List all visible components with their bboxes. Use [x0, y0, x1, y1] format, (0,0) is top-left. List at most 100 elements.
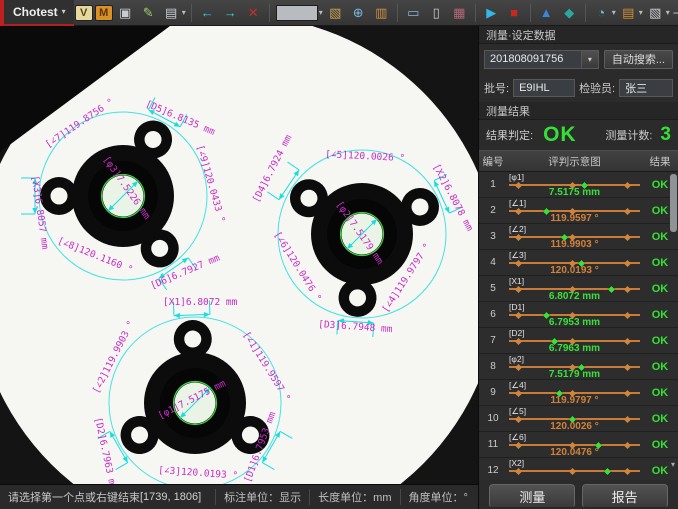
table-row[interactable]: 2[∠1]119.9597 °OK [479, 198, 678, 224]
tolerance-diagram: [∠1]119.9597 ° [507, 198, 642, 223]
capture-blue-icon[interactable]: ▲ [536, 2, 557, 24]
dimension-label: [X1]6.8072 mm [163, 297, 238, 308]
v-file-icon[interactable]: V [75, 5, 93, 21]
measure-button[interactable]: 测量 [489, 484, 575, 508]
m-folder-icon[interactable]: M [95, 5, 113, 21]
print-icon[interactable]: ▤ [161, 2, 182, 24]
edit-icon[interactable]: ✎ [138, 2, 159, 24]
main-area: [D5]6.8135 mm[∠7]119.8756 °[∠9]120.0433 … [0, 26, 678, 509]
capture-teal-icon[interactable]: ◆ [559, 2, 580, 24]
row-number: 8 [479, 354, 507, 379]
header-diagram: 评判示意图 [507, 154, 642, 169]
delete-icon[interactable]: ✕ [243, 2, 264, 24]
film-icon[interactable]: ▦ [449, 2, 470, 24]
row-number: 2 [479, 198, 507, 223]
tolerance-line [509, 184, 640, 186]
feature-label: [φ2] [509, 354, 524, 364]
camera-viewport: [D5]6.8135 mm[∠7]119.8756 °[∠9]120.0433 … [0, 26, 478, 509]
chevron-down-icon[interactable]: ▾ [319, 8, 323, 17]
results-table: 编号 评判示意图 结果 1[φ1]7.5175 mmOK2[∠1]119.959… [479, 150, 678, 509]
scrollbar-thumb[interactable] [670, 174, 677, 232]
table-row[interactable]: 11[∠6]120.0476 °OK [479, 432, 678, 458]
table-row[interactable]: 5[X1]6.8072 mmOK [479, 276, 678, 302]
lamp-icon[interactable]: ▭ [403, 2, 424, 24]
chevron-down-icon[interactable]: ▾ [581, 51, 598, 68]
table-row[interactable]: 8[φ2] 7.5179 mmOK [479, 354, 678, 380]
measured-value: 120.0026 ° [507, 421, 642, 432]
result-badge: OK [642, 328, 678, 353]
measured-value: 119.9797 ° [507, 395, 642, 406]
tolerance-diagram: [φ1]7.5175 mm [507, 172, 642, 197]
chevron-down-icon[interactable]: ▾ [182, 8, 186, 17]
magnification-combobox[interactable] [276, 5, 318, 21]
redo-arrow-icon[interactable]: → [220, 2, 241, 24]
table-row[interactable]: 10[∠5]120.0026 °OK [479, 406, 678, 432]
chevron-down-icon[interactable]: ▾ [666, 8, 670, 17]
table-body: 1[φ1]7.5175 mmOK2[∠1]119.9597 °OK3[∠2]11… [479, 172, 678, 480]
measured-value: 119.9903 ° [507, 239, 642, 250]
length-unit: 长度单位：mm [309, 489, 399, 505]
tolerance-line [509, 366, 640, 368]
tolerance-line [509, 444, 640, 446]
tolerance-line [509, 418, 640, 420]
row-number: 4 [479, 250, 507, 275]
inspector-field[interactable]: 张三 [619, 79, 673, 97]
timer-icon[interactable]: ◔ [591, 2, 612, 24]
table-row[interactable]: 1[φ1]7.5175 mmOK [479, 172, 678, 198]
layers-icon[interactable]: ▤ [618, 2, 639, 24]
result-badge: OK [642, 354, 678, 379]
lobe-hole [51, 188, 68, 205]
row-number: 10 [479, 406, 507, 431]
tolerance-diagram: [D1]6.7953 mm [507, 302, 642, 327]
chevron-down-icon[interactable]: ▾ [639, 8, 643, 17]
dataset-row: 201808091756 ▾ 自动搜索... [479, 44, 678, 74]
record-icon[interactable]: ■ [504, 2, 525, 24]
chevron-down-icon[interactable]: ▾ [612, 8, 616, 17]
search-icon[interactable]: ⊕ [348, 2, 369, 24]
camera-view[interactable]: [D5]6.8135 mm[∠7]119.8756 °[∠9]120.0433 … [0, 26, 478, 484]
table-row[interactable]: 6[D1]6.7953 mmOK [479, 302, 678, 328]
row-number: 7 [479, 328, 507, 353]
app-menu-button[interactable]: Chotest ▾ [0, 0, 74, 26]
toolbar-icons: VM▣✎▤▾←→✕▾▧⊕▥▭▯▦▶■▲◆◔▾▤▾▧▾ [74, 2, 671, 24]
row-number: 9 [479, 380, 507, 405]
result-badge: OK [642, 380, 678, 405]
tolerance-tick [515, 467, 522, 474]
tolerance-line [509, 210, 640, 212]
scrollbar-down-arrow[interactable]: ▾ [669, 460, 677, 469]
table-row[interactable]: 7[D2]6.7963 mmOK [479, 328, 678, 354]
inspector-label: 检验员: [579, 80, 615, 96]
screen-icon[interactable]: ▧ [645, 2, 666, 24]
toolbar-separator [191, 4, 192, 22]
play-icon[interactable]: ▶ [481, 2, 502, 24]
feature-label: [D2] [509, 328, 525, 338]
header-result: 结果 [642, 154, 678, 169]
minimize-button[interactable]: − [673, 4, 678, 22]
measured-value: 119.9597 ° [507, 213, 642, 224]
tolerance-line [509, 236, 640, 238]
table-row[interactable]: 12[X2]OK [479, 458, 678, 480]
report-button[interactable]: 报告 [582, 484, 668, 508]
dataset-combobox[interactable]: 201808091756 ▾ [484, 50, 599, 69]
marquee-icon[interactable]: ▯ [426, 2, 447, 24]
save-icon[interactable]: ▣ [115, 2, 136, 24]
table-row[interactable]: 3[∠2]119.9903 °OK [479, 224, 678, 250]
batch-field[interactable]: E9IHL [513, 79, 575, 97]
batch-label: 批号: [484, 80, 509, 96]
table-row[interactable]: 4[∠3]120.0193 °OK [479, 250, 678, 276]
app-menu-label: Chotest [13, 5, 58, 19]
result-badge: OK [642, 302, 678, 327]
tolerance-diagram: [X2] [507, 458, 642, 480]
image-icon[interactable]: ▧ [325, 2, 346, 24]
measured-value: 7.5179 mm [507, 369, 642, 380]
auto-search-button[interactable]: 自动搜索... [604, 50, 673, 69]
toolbar-separator [585, 4, 586, 22]
histogram-icon[interactable]: ▥ [371, 2, 392, 24]
measured-value: 120.0476 ° [507, 447, 642, 458]
tolerance-line [509, 392, 640, 394]
table-row[interactable]: 9[∠4]119.9797 °OK [479, 380, 678, 406]
result-badge: OK [642, 406, 678, 431]
tolerance-line [509, 288, 640, 290]
undo-arrow-icon[interactable]: ← [197, 2, 218, 24]
annotation-unit: 标注单位：显示 [215, 489, 309, 505]
